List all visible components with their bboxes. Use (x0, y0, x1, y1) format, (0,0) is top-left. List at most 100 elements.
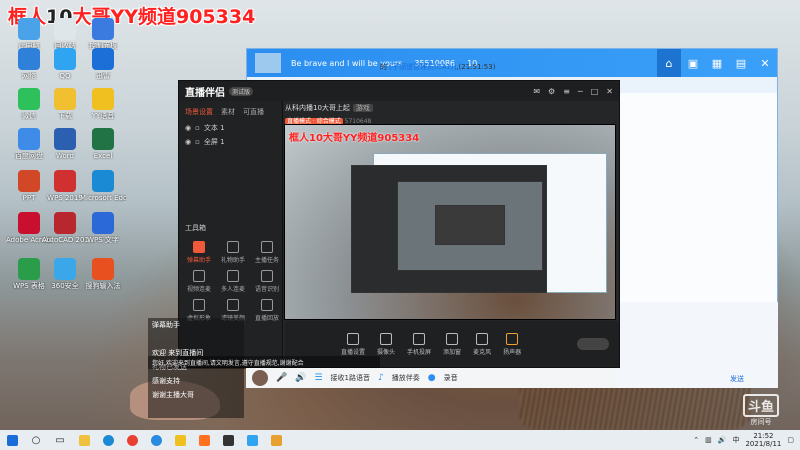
settings-icon[interactable]: ⚙ (548, 87, 555, 96)
menu-icon[interactable]: ≡ (563, 87, 570, 96)
notification-icon[interactable]: ▢ (787, 436, 794, 444)
microphone-button[interactable]: 麦克风 (473, 332, 491, 356)
tool-button[interactable]: 多人连麦 (217, 270, 249, 293)
edge-icon[interactable] (99, 432, 117, 448)
tool-button[interactable]: 弹幕助手 (183, 241, 215, 264)
version-badge: 测试版 (229, 86, 254, 96)
maximize-icon[interactable]: □ (591, 87, 599, 96)
tool-grid: 弹幕助手礼物助手主播任务视频连麦多人连麦语音识别虚拟形象滤镜美颜直播回放 (183, 241, 283, 322)
yy-channel-header: Be brave and I will be yours 35510086 10… (247, 49, 777, 77)
app-icon (92, 212, 114, 234)
desktop-icon-label: 搜狗输入法 (85, 282, 121, 290)
app-icon (92, 128, 114, 150)
language-indicator[interactable]: 中 (732, 435, 739, 445)
taskbar: ○ ▭ ⌃ ▥ 🔊 中 21:52 2021/8/11 ▢ (0, 430, 800, 450)
app-icon (54, 258, 76, 280)
volume-icon[interactable]: 🔊 (718, 436, 727, 444)
source-label: 文本 1 (203, 124, 225, 132)
source-item[interactable]: ◉ ▫ 全屏 1 (179, 135, 282, 149)
tool-button[interactable]: 语音识别 (251, 270, 283, 293)
tool-icon (193, 299, 205, 311)
message-icon[interactable]: ✉ (533, 87, 540, 96)
microphone-icon[interactable]: 🎤 (276, 373, 287, 383)
douyu-icon[interactable] (195, 432, 213, 448)
receive-voice-button[interactable]: 接收1路语音 (331, 373, 370, 383)
close-icon[interactable]: ✕ (606, 87, 613, 96)
danmaku-line: 感谢支持 (152, 377, 180, 385)
lock-icon[interactable]: ▫ (195, 124, 200, 132)
eye-icon[interactable]: ◉ (185, 138, 191, 146)
yy-icon[interactable] (171, 432, 189, 448)
lock-icon[interactable]: ▫ (195, 138, 200, 146)
record-icon[interactable]: ● (428, 373, 436, 383)
grid-tab-icon[interactable]: ▦ (705, 49, 729, 77)
clock[interactable]: 21:52 2021/8/11 (745, 432, 781, 448)
channel-avatar[interactable] (255, 53, 281, 73)
accompaniment-button[interactable]: 播放伴奏 (392, 373, 420, 383)
chat-message: 的 [子频道管理员(CA1)],(21:51:53) (380, 62, 495, 72)
music-icon[interactable]: ♪ (378, 373, 384, 383)
brand-sub: 房间号 (750, 418, 772, 426)
qq-icon[interactable] (243, 432, 261, 448)
tool-button[interactable]: 礼物助手 (217, 241, 249, 264)
minimize-icon[interactable]: ─ (578, 87, 583, 96)
desktop-icon[interactable]: Microsoft Edge (80, 170, 126, 202)
broadcast-icon[interactable] (219, 432, 237, 448)
source-item[interactable]: ◉ ▫ 文本 1 (179, 121, 282, 135)
add-window-button[interactable]: 添加窗 (443, 332, 461, 356)
live-settings-button[interactable]: 直播设置 (341, 332, 365, 356)
tool-button[interactable]: 视频连麦 (183, 270, 215, 293)
tab-materials[interactable]: 素材 (221, 107, 235, 117)
avatar[interactable] (252, 370, 268, 386)
app-icon (18, 18, 40, 40)
clock-date: 2021/8/11 (745, 440, 782, 448)
task-view-icon[interactable]: ▭ (51, 432, 69, 448)
ie-icon[interactable] (147, 432, 165, 448)
app-icon (18, 170, 40, 192)
desktop-icon[interactable]: 控制面板 (80, 18, 126, 50)
desktop-icon[interactable]: YY语音 (80, 88, 126, 120)
start-icon[interactable] (3, 432, 21, 448)
network-icon[interactable]: ▥ (705, 436, 712, 444)
home-tab-icon[interactable]: ⌂ (657, 49, 681, 77)
app-icon (18, 258, 40, 280)
eye-icon[interactable]: ◉ (185, 124, 191, 132)
app-icon (92, 18, 114, 40)
search-icon[interactable]: ○ (27, 432, 45, 448)
volume-icon[interactable]: 🔊 (295, 373, 306, 383)
room-title: 从科内播10大哥上起 (285, 104, 350, 112)
send-button[interactable]: 发送 (730, 374, 744, 384)
phone-cast-button[interactable]: 手机投屏 (407, 332, 431, 356)
go-live-button[interactable] (577, 338, 609, 350)
tool-label: 语音识别 (254, 286, 279, 293)
close-icon[interactable]: ✕ (753, 49, 777, 77)
tab-scene[interactable]: 场景设置 (185, 107, 213, 117)
game-tab-icon[interactable]: ▣ (681, 49, 705, 77)
tab-live[interactable]: 可直播 (243, 107, 264, 117)
desktop-icon-label: Microsoft Edge (80, 194, 126, 202)
shop-tab-icon[interactable]: ▤ (729, 49, 753, 77)
tool-button[interactable]: 直播回放 (251, 299, 283, 322)
desktop-icon-label: WPS 文字 (87, 236, 119, 244)
speaker-button[interactable]: 扬声器 (503, 332, 521, 356)
tool-label: 主播任务 (254, 257, 279, 264)
desktop-icon[interactable]: WPS 文字 (80, 212, 126, 244)
folder-icon[interactable] (267, 432, 285, 448)
chevron-up-icon[interactable]: ⌃ (693, 436, 699, 444)
explorer-icon[interactable] (75, 432, 93, 448)
douyu-logo: 斗鱼 房间号 (738, 394, 784, 427)
tool-button[interactable]: 主播任务 (251, 241, 283, 264)
stream-preview[interactable]: 框人10大哥YY频道905334 (284, 124, 616, 320)
tool-icon (261, 299, 273, 311)
equalizer-icon[interactable]: ☰ (314, 373, 322, 383)
desktop-icon[interactable]: 迅雷 (80, 48, 126, 80)
camera-button[interactable]: 摄像头 (377, 332, 395, 356)
desktop-icon[interactable]: 搜狗输入法 (80, 258, 126, 290)
record-button[interactable]: 录音 (444, 373, 458, 383)
room-tag[interactable]: 游戏 (352, 104, 373, 112)
app-icon (54, 88, 76, 110)
yy-input-panel[interactable] (616, 302, 778, 388)
desktop-icon[interactable]: Excel (80, 128, 126, 160)
desktop-icon-label: 迅雷 (96, 72, 110, 80)
chrome-icon[interactable] (123, 432, 141, 448)
